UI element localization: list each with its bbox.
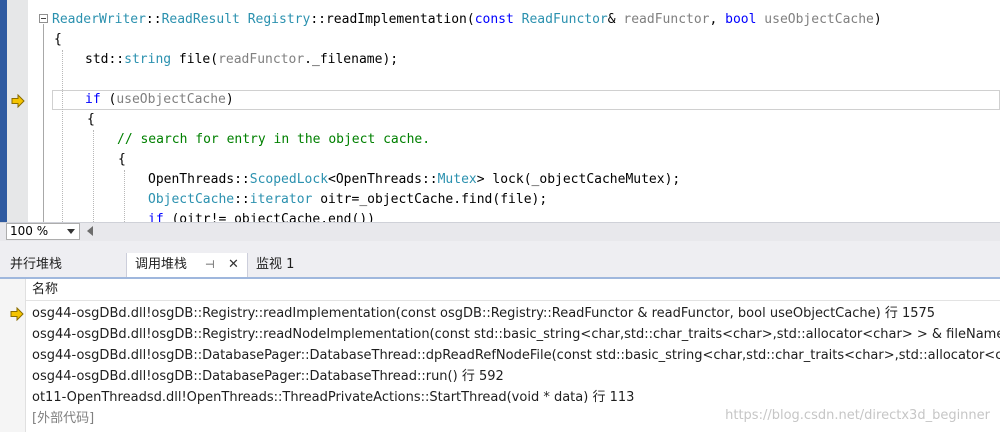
code-token: { <box>87 112 95 127</box>
call-stack-row[interactable]: osg44-osgDBd.dll!osgDB::Registry::readIm… <box>0 303 1000 324</box>
call-stack-row[interactable]: osg44-osgDBd.dll!osgDB::DatabasePager::D… <box>0 345 1000 366</box>
code-token: Mutex <box>437 172 477 187</box>
code-token: { <box>54 32 62 47</box>
code-token: > lock(_objectCacheMutex); <box>476 172 681 187</box>
code-token: ReadResult <box>161 12 240 27</box>
code-line[interactable]: std::string file(readFunctor._filename); <box>85 50 398 70</box>
code-token: ReadFunctor <box>521 12 608 27</box>
zoom-dropdown[interactable]: 100 % <box>6 223 80 240</box>
code-token: useObjectCache <box>764 12 874 27</box>
call-stack-row[interactable]: osg44-osgDBd.dll!osgDB::Registry::readNo… <box>0 324 1000 345</box>
panel-splitter[interactable] <box>0 241 1000 253</box>
tab-parallel-stacks[interactable]: 并行堆栈 <box>2 253 70 277</box>
call-stack-frame-name: [外部代码] <box>32 411 95 426</box>
tab-call-stack[interactable]: 调用堆栈 ⊣ ✕ <box>126 253 248 277</box>
code-line[interactable]: { <box>87 110 95 130</box>
code-token: const <box>474 12 514 27</box>
outlining-gutter <box>28 0 50 222</box>
horizontal-scrollbar[interactable] <box>98 225 1000 238</box>
code-token: ReaderWriter <box>52 12 146 27</box>
code-token: ) <box>873 12 882 27</box>
code-token: ( <box>100 92 117 107</box>
call-stack-frame-name: osg44-osgDBd.dll!osgDB::Registry::readNo… <box>32 327 1000 342</box>
tab-watch-1[interactable]: 监视 1 <box>248 253 302 277</box>
code-token: <OpenThreads:: <box>328 172 438 187</box>
code-token: OpenThreads:: <box>148 172 250 187</box>
code-line[interactable]: ReaderWriter::ReadResult Registry::readI… <box>52 10 882 30</box>
column-header-label: 名称 <box>32 282 59 297</box>
scroll-left-arrow-icon[interactable] <box>87 226 93 236</box>
tab-label: 监视 1 <box>256 257 295 272</box>
code-token: (oitr!=_objectCache.end()) <box>163 212 375 222</box>
indent-guide <box>93 130 94 222</box>
indent-guide <box>62 50 63 222</box>
breakpoint-gutter[interactable] <box>7 0 28 222</box>
code-editor[interactable]: ReaderWriter::ReadResult Registry::readI… <box>0 0 1000 222</box>
call-stack-frame-name: osg44-osgDBd.dll!osgDB::DatabasePager::D… <box>32 369 504 384</box>
pin-icon[interactable]: ⊣ <box>205 253 215 277</box>
code-token: & <box>607 12 624 27</box>
code-token: useObjectCache <box>116 92 226 107</box>
code-token: ObjectCache <box>148 192 235 207</box>
tool-window-tabs: 并行堆栈 调用堆栈 ⊣ ✕ 监视 1 <box>0 253 1000 279</box>
code-token: ::readImplementation( <box>310 12 475 27</box>
code-token: Registry <box>247 12 311 27</box>
code-token: { <box>118 152 126 167</box>
call-stack-frame-name: osg44-osgDBd.dll!osgDB::DatabasePager::D… <box>32 348 1000 363</box>
call-stack-frame-name: osg44-osgDBd.dll!osgDB::Registry::readIm… <box>32 306 936 321</box>
code-token: ScopedLock <box>249 172 329 187</box>
code-line[interactable]: ObjectCache::iterator oitr=_objectCache.… <box>148 190 547 210</box>
code-token: string <box>124 52 172 67</box>
column-header-name[interactable]: 名称 <box>26 279 1000 301</box>
current-frame-arrow-icon <box>10 307 24 321</box>
code-token: if <box>85 92 101 107</box>
code-token: // search for entry in the object cache. <box>117 132 431 147</box>
code-token: :: <box>234 192 250 207</box>
outlining-line <box>43 24 44 222</box>
code-line[interactable]: { <box>54 30 62 50</box>
instruction-pointer-icon <box>11 94 25 108</box>
code-token: ._filename); <box>304 52 399 67</box>
call-stack-row[interactable]: osg44-osgDBd.dll!osgDB::DatabasePager::D… <box>0 366 1000 387</box>
collapse-toggle-icon[interactable] <box>39 14 48 23</box>
code-line[interactable]: // search for entry in the object cache. <box>117 130 430 150</box>
code-token: bool <box>725 12 757 27</box>
zoom-value: 100 % <box>10 224 49 238</box>
code-line[interactable]: { <box>118 150 126 170</box>
code-token: , <box>709 12 726 27</box>
code-token: if <box>148 212 164 222</box>
call-stack-frame-name: ot11-OpenThreadsd.dll!OpenThreads::Threa… <box>32 390 635 405</box>
code-token: readFunctor <box>218 52 305 67</box>
code-token: file( <box>171 52 219 67</box>
editor-left-strip <box>0 0 7 222</box>
code-token: oitr=_objectCache.find(file); <box>312 192 548 207</box>
tab-label: 并行堆栈 <box>10 257 63 272</box>
tab-label: 调用堆栈 <box>135 257 188 272</box>
code-token: :: <box>145 12 162 27</box>
code-token: readFunctor <box>623 12 710 27</box>
code-line[interactable]: if (oitr!=_objectCache.end()) <box>148 210 375 222</box>
code-token: ) <box>225 92 234 107</box>
call-stack-row[interactable]: ot11-OpenThreadsd.dll!OpenThreads::Threa… <box>0 387 1000 408</box>
code-line[interactable]: if (useObjectCache) <box>85 90 234 110</box>
code-token: iterator <box>249 192 313 207</box>
code-token: std:: <box>85 52 125 67</box>
close-icon[interactable]: ✕ <box>228 253 239 277</box>
code-line[interactable]: OpenThreads::ScopedLock<OpenThreads::Mut… <box>148 170 680 190</box>
chevron-down-icon <box>67 229 75 234</box>
indent-guide <box>124 170 125 222</box>
watermark: https://blog.csdn.net/directx3d_beginner <box>725 408 990 423</box>
